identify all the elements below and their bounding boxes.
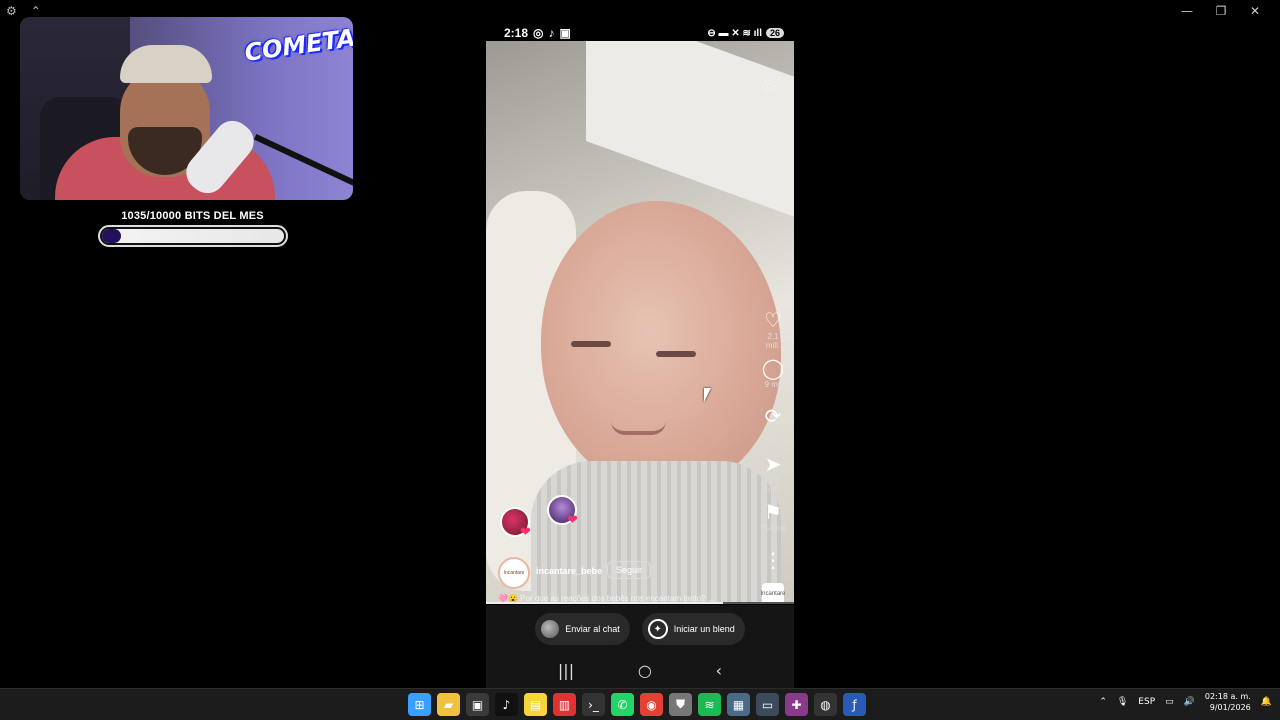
firefox-app-icon[interactable]: ƒ — [843, 693, 866, 716]
remote-app-icon[interactable]: ▭ — [756, 693, 779, 716]
notification-icon[interactable]: 🔔 — [1261, 697, 1272, 707]
video-background — [586, 41, 794, 222]
account-avatar[interactable]: Incantare — [498, 557, 530, 589]
like-button[interactable]: ♡ 2,1 mill. — [760, 309, 786, 350]
mouse-cursor — [704, 388, 711, 402]
start-button-icon[interactable]: ⊞ — [408, 693, 431, 716]
clock[interactable]: 02:18 a. m. 9/01/2026 — [1205, 691, 1251, 713]
comment-button[interactable]: ◯ 9 mil — [760, 357, 786, 389]
restore-button[interactable]: ❐ — [1204, 2, 1238, 20]
send-to-chat-button[interactable]: Enviar al chat — [535, 613, 630, 645]
whatsapp-icon[interactable]: ✆ — [611, 693, 634, 716]
reel-actions-row: Enviar al chat ✦ Iniciar un blend — [486, 605, 794, 653]
back-button[interactable]: ‹ — [716, 661, 722, 680]
tiktok-icon: ♪ — [548, 26, 555, 40]
bits-goal-fill — [102, 229, 121, 243]
like-count: 2,1 mill. — [765, 332, 781, 350]
spotify-icon[interactable]: ≋ — [698, 693, 721, 716]
repost-icon: ⟳ — [764, 404, 782, 428]
repost-count: 5,7 mill. — [765, 428, 781, 446]
battery-badge: 26 — [765, 28, 784, 38]
camera-icon[interactable]: ◎ — [762, 75, 776, 95]
chevron-up-icon[interactable]: ⌃ — [31, 4, 41, 18]
channel-logo: COMETA — [242, 23, 353, 67]
chat-avatar — [541, 620, 560, 638]
obs-app-icon[interactable]: ◍ — [814, 693, 837, 716]
file-explorer-icon[interactable]: ▰ — [437, 693, 460, 716]
microphone-icon[interactable]: 🎙 — [1117, 697, 1128, 707]
follow-button[interactable]: Seguir — [607, 561, 651, 579]
reel-video[interactable]: ◎ ♡ 2,1 mill. ◯ 9 mil ⟳ 5,7 mill. ➤ 1,2 … — [486, 41, 794, 604]
clock-time: 02:18 a. m. — [1204, 692, 1251, 701]
more-options-button[interactable]: ⋮ — [760, 549, 786, 571]
baby-eye-right — [656, 351, 696, 357]
phone-screen: 2:18 ◎ ♪ ▣ ⊖ ▬ ✕ ≋ ıll 26 ◎ ♡ 2,1 mill. … — [486, 22, 794, 688]
repost-button[interactable]: ⟳ 5,7 mill. — [760, 405, 786, 446]
comment-count: 9 mil — [764, 380, 782, 389]
baby-mouth — [611, 421, 666, 435]
clock-date: 9/01/2026 — [1209, 703, 1251, 712]
bits-goal-bar — [98, 225, 288, 247]
streamer-hat — [120, 45, 212, 83]
terminal-icon[interactable]: ›_ — [582, 693, 605, 716]
chrome-icon[interactable]: ◉ — [640, 693, 663, 716]
desktop-app-icon[interactable]: ▦ — [727, 693, 750, 716]
minimize-button[interactable]: — — [1170, 2, 1204, 20]
heart-icon: ❤ — [520, 525, 531, 540]
instagram-icon: ◎ — [533, 26, 544, 40]
start-blend-label: Iniciar un blend — [673, 624, 735, 634]
share-button[interactable]: ➤ 1,2 mill. — [760, 453, 786, 494]
bookmark-icon: ⚑ — [764, 500, 782, 524]
send-to-chat-label: Enviar al chat — [565, 624, 620, 634]
comment-icon: ◯ — [761, 356, 785, 380]
window-controls: — ❐ ✕ — [1170, 2, 1272, 20]
audio-button[interactable]: Incantare — [760, 583, 786, 604]
blend-icon: ✦ — [647, 619, 668, 639]
webcam-overlay: COMETA — [20, 17, 353, 200]
baby-onesie — [531, 461, 781, 604]
voicemeeter-icon[interactable]: ▥ — [553, 693, 576, 716]
send-icon: ➤ — [764, 452, 782, 476]
video-progress-fill — [486, 602, 724, 604]
recents-button[interactable]: ||| — [558, 661, 574, 680]
heart-icon: ♡ — [764, 308, 782, 332]
volume-icon[interactable]: 🔊 — [1184, 697, 1195, 707]
start-blend-button[interactable]: ✦ Iniciar un blend — [641, 613, 745, 645]
baby-eye-left — [571, 341, 611, 347]
system-tray: ⌃ 🎙 ESP ▭ 🔊 02:18 a. m. 9/01/2026 🔔 — [1099, 691, 1272, 713]
language-indicator[interactable]: ESP — [1138, 697, 1155, 707]
sticky-notes-icon[interactable]: ▤ — [524, 693, 547, 716]
save-count: 714 mil — [760, 524, 786, 533]
status-time: 2:18 — [504, 26, 529, 40]
game-app-icon[interactable]: ✚ — [785, 693, 808, 716]
heart-icon: ❤ — [567, 513, 578, 528]
status-icons: ⊖ ▬ ✕ ≋ ıll — [707, 27, 762, 39]
taskbar-apps: ⊞ ▰ ▣ ♪ ▤ ▥ ›_ ✆ ◉ ⛊ ≋ ▦ ▭ ✚ ◍ ƒ — [408, 693, 866, 716]
bits-goal-label: 1035/10000 BITS DEL MES — [121, 210, 264, 222]
share-count: 1,2 mill. — [765, 476, 781, 494]
gear-icon[interactable]: ⚙ — [6, 4, 17, 18]
account-name[interactable]: incantare_bebe — [536, 566, 602, 576]
network-icon[interactable]: ▭ — [1165, 697, 1174, 707]
tray-chevron-icon[interactable]: ⌃ — [1099, 697, 1107, 707]
twitch-icon: ▣ — [559, 26, 571, 40]
tiktok-icon[interactable]: ♪ — [495, 693, 518, 716]
home-button[interactable]: ○ — [638, 661, 652, 680]
close-button[interactable]: ✕ — [1238, 2, 1272, 20]
more-icon: ⋮ — [763, 548, 783, 572]
store-icon[interactable]: ▣ — [466, 693, 489, 716]
android-nav-bar: ||| ○ ‹ — [486, 653, 794, 688]
shield-icon[interactable]: ⛊ — [669, 693, 692, 716]
window-title-icons: ⚙ ⌃ — [6, 4, 41, 18]
save-button[interactable]: ⚑ 714 mil — [760, 501, 786, 533]
windows-taskbar: ⊞ ▰ ▣ ♪ ▤ ▥ ›_ ✆ ◉ ⛊ ≋ ▦ ▭ ✚ ◍ ƒ ⌃ 🎙 ESP ▭ 🔊 02:18 a. m… — [0, 688, 1280, 720]
